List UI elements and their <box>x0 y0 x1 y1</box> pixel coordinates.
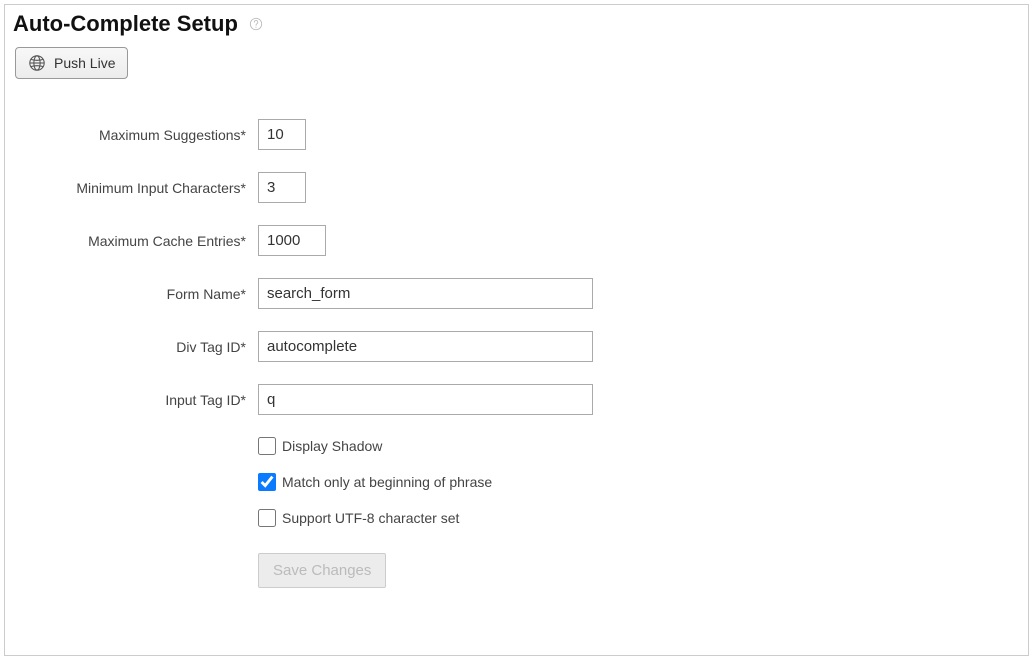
label-max-cache-entries: Maximum Cache Entries* <box>13 233 258 249</box>
push-live-button[interactable]: Push Live <box>15 47 128 79</box>
setup-panel: Auto-Complete Setup Push Live Maximum Su… <box>4 4 1029 656</box>
row-form-name: Form Name* <box>13 278 1020 309</box>
globe-icon <box>28 54 46 72</box>
label-div-tag-id: Div Tag ID* <box>13 339 258 355</box>
label-display-shadow: Display Shadow <box>282 438 382 454</box>
row-max-suggestions: Maximum Suggestions* <box>13 119 1020 150</box>
row-match-beginning: Match only at beginning of phrase <box>258 473 1020 491</box>
row-div-tag-id: Div Tag ID* <box>13 331 1020 362</box>
input-div-tag-id[interactable] <box>258 331 593 362</box>
row-max-cache-entries: Maximum Cache Entries* <box>13 225 1020 256</box>
row-support-utf8: Support UTF-8 character set <box>258 509 1020 527</box>
checkbox-support-utf8[interactable] <box>258 509 276 527</box>
header-row: Auto-Complete Setup <box>13 11 1020 37</box>
input-form-name[interactable] <box>258 278 593 309</box>
checkbox-match-beginning[interactable] <box>258 473 276 491</box>
page-title: Auto-Complete Setup <box>13 11 238 37</box>
row-display-shadow: Display Shadow <box>258 437 1020 455</box>
input-min-input-chars[interactable] <box>258 172 306 203</box>
row-input-tag-id: Input Tag ID* <box>13 384 1020 415</box>
help-icon[interactable] <box>248 16 264 32</box>
label-form-name: Form Name* <box>13 286 258 302</box>
label-min-input-chars: Minimum Input Characters* <box>13 180 258 196</box>
save-changes-button[interactable]: Save Changes <box>258 553 386 588</box>
label-max-suggestions: Maximum Suggestions* <box>13 127 258 143</box>
label-match-beginning: Match only at beginning of phrase <box>282 474 492 490</box>
push-live-label: Push Live <box>54 55 115 71</box>
row-min-input-chars: Minimum Input Characters* <box>13 172 1020 203</box>
label-support-utf8: Support UTF-8 character set <box>282 510 459 526</box>
input-max-cache-entries[interactable] <box>258 225 326 256</box>
label-input-tag-id: Input Tag ID* <box>13 392 258 408</box>
input-input-tag-id[interactable] <box>258 384 593 415</box>
input-max-suggestions[interactable] <box>258 119 306 150</box>
checkbox-display-shadow[interactable] <box>258 437 276 455</box>
